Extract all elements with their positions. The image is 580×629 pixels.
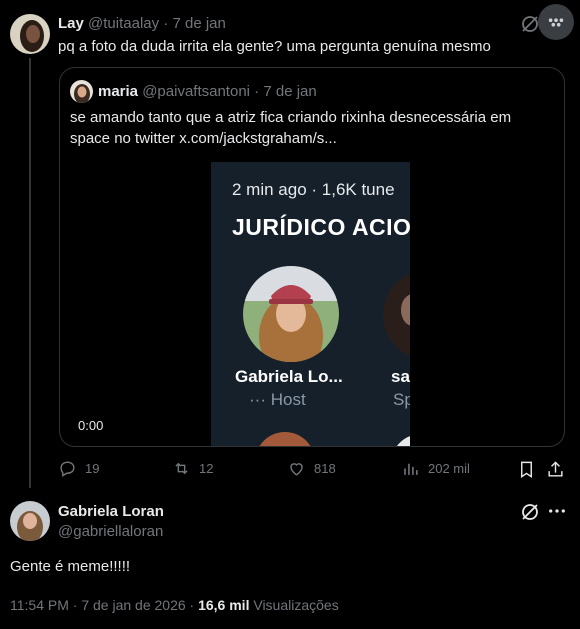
avatar-maria[interactable] bbox=[70, 80, 93, 103]
more-icon bbox=[548, 18, 564, 27]
quote-timestamp[interactable]: 7 de jan bbox=[263, 83, 316, 100]
heart-icon bbox=[290, 463, 303, 476]
quote-text-line1: se amando tanto que a atriz fica criando… bbox=[70, 109, 512, 126]
more-menu-button[interactable] bbox=[548, 502, 566, 525]
reply-text: Gente é meme!!!!! bbox=[10, 558, 131, 575]
reply-meta: 11:54 PM · 7 de jan de 2026 · 16,6 mil V… bbox=[10, 597, 339, 613]
views-icon bbox=[404, 463, 418, 475]
host-name: Gabriela Lo... bbox=[235, 367, 343, 386]
speaker-name: sa bbox=[391, 367, 410, 386]
media-meta: 2 min ago · 1,6K tune bbox=[232, 180, 395, 199]
media-title: JURÍDICO ACIO bbox=[232, 214, 410, 240]
like-count: 818 bbox=[314, 461, 336, 476]
tweet-text: pq a foto da duda irrita ela gente? uma … bbox=[58, 38, 491, 55]
speaker-avatar bbox=[383, 270, 410, 360]
quote-display-name[interactable]: maria bbox=[98, 83, 138, 100]
retweet-count: 12 bbox=[199, 461, 214, 476]
quote-text-line2[interactable]: space no twitter x.com/jackstgraham/s... bbox=[70, 130, 337, 147]
video-time: 0:00 bbox=[78, 418, 104, 433]
bookmark-icon bbox=[521, 461, 532, 478]
reply-views-label: Visualizações bbox=[249, 597, 339, 613]
reply-count: 19 bbox=[85, 461, 100, 476]
retweet-action[interactable]: 12 bbox=[172, 459, 213, 478]
reply-view-count: 16,6 mil bbox=[198, 597, 250, 613]
timestamp[interactable]: 7 de jan bbox=[172, 15, 225, 32]
video-player[interactable]: 2 min ago · 1,6K tune JURÍDICO ACIO Gabr… bbox=[211, 162, 410, 446]
retweet-icon bbox=[175, 462, 188, 475]
thread-line bbox=[29, 58, 31, 488]
views-action[interactable]: 202 mil bbox=[401, 459, 470, 478]
share-button[interactable] bbox=[546, 460, 565, 484]
avatar-gabriela[interactable] bbox=[10, 501, 50, 541]
like-action[interactable]: 818 bbox=[287, 459, 336, 478]
partial-avatar bbox=[391, 434, 410, 446]
speaker-role: Sp bbox=[393, 390, 410, 409]
reply-display-name[interactable]: Gabriela Loran bbox=[58, 503, 164, 520]
reply-handle[interactable]: @gabriellaloran bbox=[58, 523, 163, 540]
quote-handle[interactable]: @paivaftsantoni bbox=[142, 83, 250, 100]
host-avatar bbox=[243, 266, 339, 362]
quote-header: maria @paivaftsantoni · 7 de jan bbox=[98, 83, 317, 100]
grok-icon[interactable] bbox=[520, 502, 540, 522]
views-count: 202 mil bbox=[428, 461, 470, 476]
reply-timestamp[interactable]: 11:54 PM · 7 de jan de 2026 · bbox=[10, 597, 198, 613]
avatar-lay[interactable] bbox=[10, 14, 50, 54]
host-role: ··· Host bbox=[249, 390, 306, 409]
share-icon bbox=[548, 461, 563, 477]
more-icon bbox=[549, 509, 565, 513]
display-name[interactable]: Lay bbox=[58, 15, 84, 32]
bookmark-button[interactable] bbox=[517, 460, 536, 484]
handle[interactable]: @tuitaalay bbox=[88, 15, 159, 32]
more-menu-button[interactable] bbox=[538, 4, 574, 40]
grok-icon[interactable] bbox=[520, 14, 540, 34]
tweet-header: Lay @tuitaalay · 7 de jan bbox=[58, 15, 226, 32]
partial-avatar bbox=[255, 432, 315, 446]
reply-action[interactable]: 19 bbox=[58, 459, 99, 478]
reply-icon bbox=[60, 461, 75, 477]
